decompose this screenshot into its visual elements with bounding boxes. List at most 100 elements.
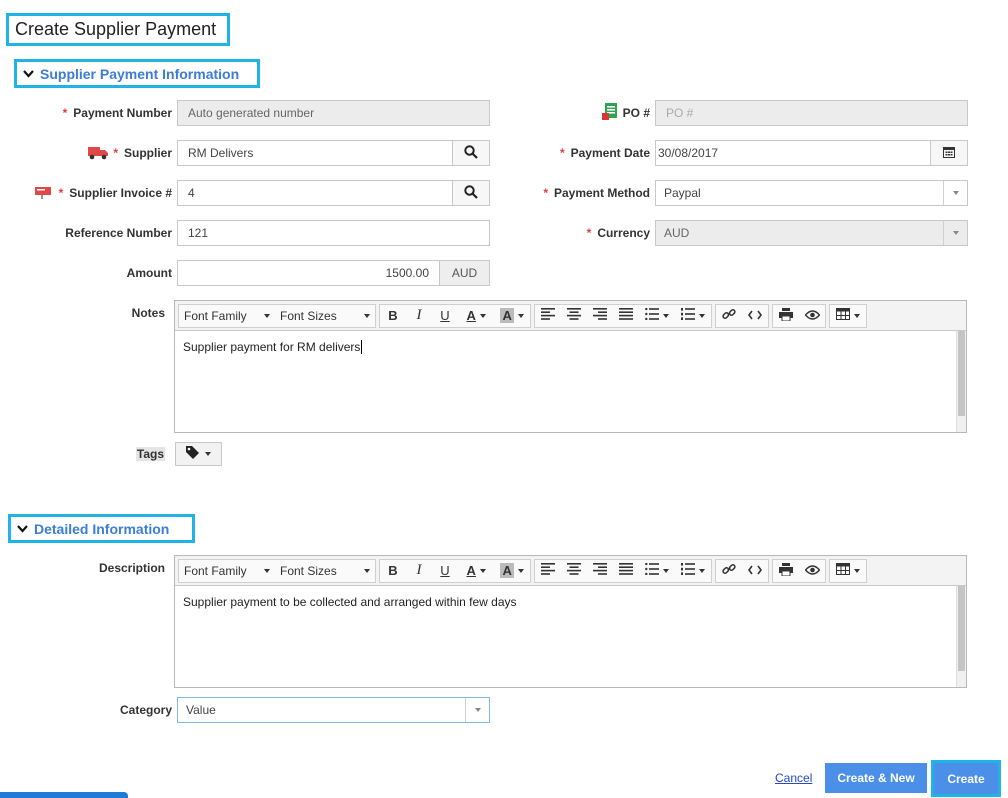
payment-method-label: * Payment Method [543, 186, 650, 200]
supplier-invoice-input[interactable]: 4 [177, 180, 453, 206]
section-header-detailed[interactable]: Detailed Information [8, 514, 195, 543]
category-select[interactable]: Value [177, 697, 490, 723]
align-right-button[interactable] [587, 305, 613, 327]
payment-method-select[interactable]: Paypal [655, 180, 968, 206]
print-button[interactable] [773, 560, 799, 582]
align-left-icon [541, 563, 555, 578]
code-view-button[interactable] [742, 560, 768, 582]
bullet-list-button[interactable] [639, 305, 675, 327]
currency-select[interactable]: AUD [655, 220, 968, 246]
description-editor[interactable]: Font Family Font Sizes B I U A A Supplie… [174, 555, 967, 688]
section-header-supplier-payment[interactable]: Supplier Payment Information [14, 59, 260, 88]
link-button[interactable] [716, 560, 742, 582]
text-cursor [361, 340, 363, 354]
align-justify-button[interactable] [613, 560, 639, 582]
notes-label: Notes [131, 306, 165, 320]
search-icon [464, 184, 478, 202]
font-family-dropdown[interactable]: Font Family [179, 305, 275, 327]
italic-button[interactable]: I [406, 560, 432, 582]
payment-number-label: * Payment Number [62, 106, 172, 120]
create-button[interactable]: Create [931, 760, 1001, 797]
notes-editor-body[interactable]: Supplier payment for RM delivers [175, 331, 966, 432]
table-button[interactable] [830, 560, 866, 582]
notes-scrollbar[interactable] [956, 331, 966, 432]
font-color-button[interactable]: A [458, 560, 494, 582]
supplier-input[interactable]: RM Delivers [177, 140, 453, 166]
chevron-down-icon [517, 313, 524, 318]
po-label: PO # [540, 100, 650, 126]
amount-currency-addon: AUD [439, 260, 490, 286]
numbered-list-icon [681, 563, 696, 578]
payment-date-input[interactable]: 30/08/2017 [655, 140, 931, 166]
numbered-list-button[interactable] [675, 560, 711, 582]
font-sizes-dropdown[interactable]: Font Sizes [275, 305, 375, 327]
font-sizes-dropdown[interactable]: Font Sizes [275, 560, 375, 582]
preview-button[interactable] [799, 560, 825, 582]
align-left-button[interactable] [535, 560, 561, 582]
supplier-label: * Supplier [20, 140, 172, 166]
align-center-icon [567, 563, 581, 578]
align-justify-icon [619, 563, 633, 578]
chevron-down-icon [943, 181, 967, 205]
supplier-invoice-search-button[interactable] [452, 180, 490, 206]
truck-icon [87, 144, 109, 163]
supplier-search-button[interactable] [452, 140, 490, 166]
reference-number-input[interactable]: 121 [177, 220, 490, 246]
preview-button[interactable] [799, 305, 825, 327]
calendar-icon [943, 146, 955, 161]
background-color-button[interactable]: A [494, 560, 530, 582]
supplier-invoice-label: * Supplier Invoice # [20, 180, 172, 206]
reference-number-label: Reference Number [65, 226, 172, 240]
chevron-down-icon [205, 452, 211, 456]
italic-button[interactable]: I [406, 305, 432, 327]
link-button[interactable] [716, 305, 742, 327]
amount-input[interactable]: 1500.00 [177, 260, 440, 286]
background-color-icon: A [500, 563, 514, 578]
chevron-down-icon [479, 313, 486, 318]
bullet-list-button[interactable] [639, 560, 675, 582]
underline-button[interactable]: U [432, 305, 458, 327]
align-center-button[interactable] [561, 560, 587, 582]
section-title: Detailed Information [34, 520, 170, 537]
font-color-icon: A [466, 308, 476, 323]
description-editor-body[interactable]: Supplier payment to be collected and arr… [175, 586, 966, 687]
underline-button[interactable]: U [432, 560, 458, 582]
code-view-button[interactable] [742, 305, 768, 327]
bold-button[interactable]: B [380, 560, 406, 582]
create-and-new-button[interactable]: Create & New [825, 763, 927, 793]
chevron-down-icon [662, 313, 669, 318]
chevron-down-icon [517, 568, 524, 573]
align-left-button[interactable] [535, 305, 561, 327]
align-justify-button[interactable] [613, 305, 639, 327]
numbered-list-button[interactable] [675, 305, 711, 327]
background-color-button[interactable]: A [494, 305, 530, 327]
background-color-icon: A [500, 308, 514, 323]
tags-button[interactable] [175, 442, 222, 466]
align-right-button[interactable] [587, 560, 613, 582]
description-label: Description [98, 561, 165, 575]
search-icon [464, 144, 478, 162]
currency-label: * Currency [586, 226, 650, 240]
chevron-down-icon [853, 313, 860, 318]
align-center-button[interactable] [561, 305, 587, 327]
table-button[interactable] [830, 305, 866, 327]
document-icon [601, 102, 619, 125]
print-button[interactable] [773, 305, 799, 327]
notes-editor[interactable]: Font Family Font Sizes B I U A A Supplie… [174, 300, 967, 433]
chevron-down-icon [264, 568, 270, 573]
payment-date-label: * Payment Date [559, 146, 650, 160]
link-icon [722, 562, 736, 579]
notes-text: Supplier payment for RM delivers [183, 340, 361, 354]
bold-button[interactable]: B [380, 305, 406, 327]
numbered-list-icon [681, 308, 696, 323]
chevron-down-icon [698, 568, 705, 573]
font-color-button[interactable]: A [458, 305, 494, 327]
tags-label: Tags [135, 447, 165, 461]
description-scrollbar[interactable] [956, 586, 966, 687]
calendar-button[interactable] [930, 140, 968, 166]
link-icon [722, 307, 736, 324]
cancel-link[interactable]: Cancel [775, 771, 812, 785]
po-input[interactable]: PO # [655, 100, 968, 126]
font-family-dropdown[interactable]: Font Family [179, 560, 275, 582]
bullet-list-icon [645, 307, 660, 323]
